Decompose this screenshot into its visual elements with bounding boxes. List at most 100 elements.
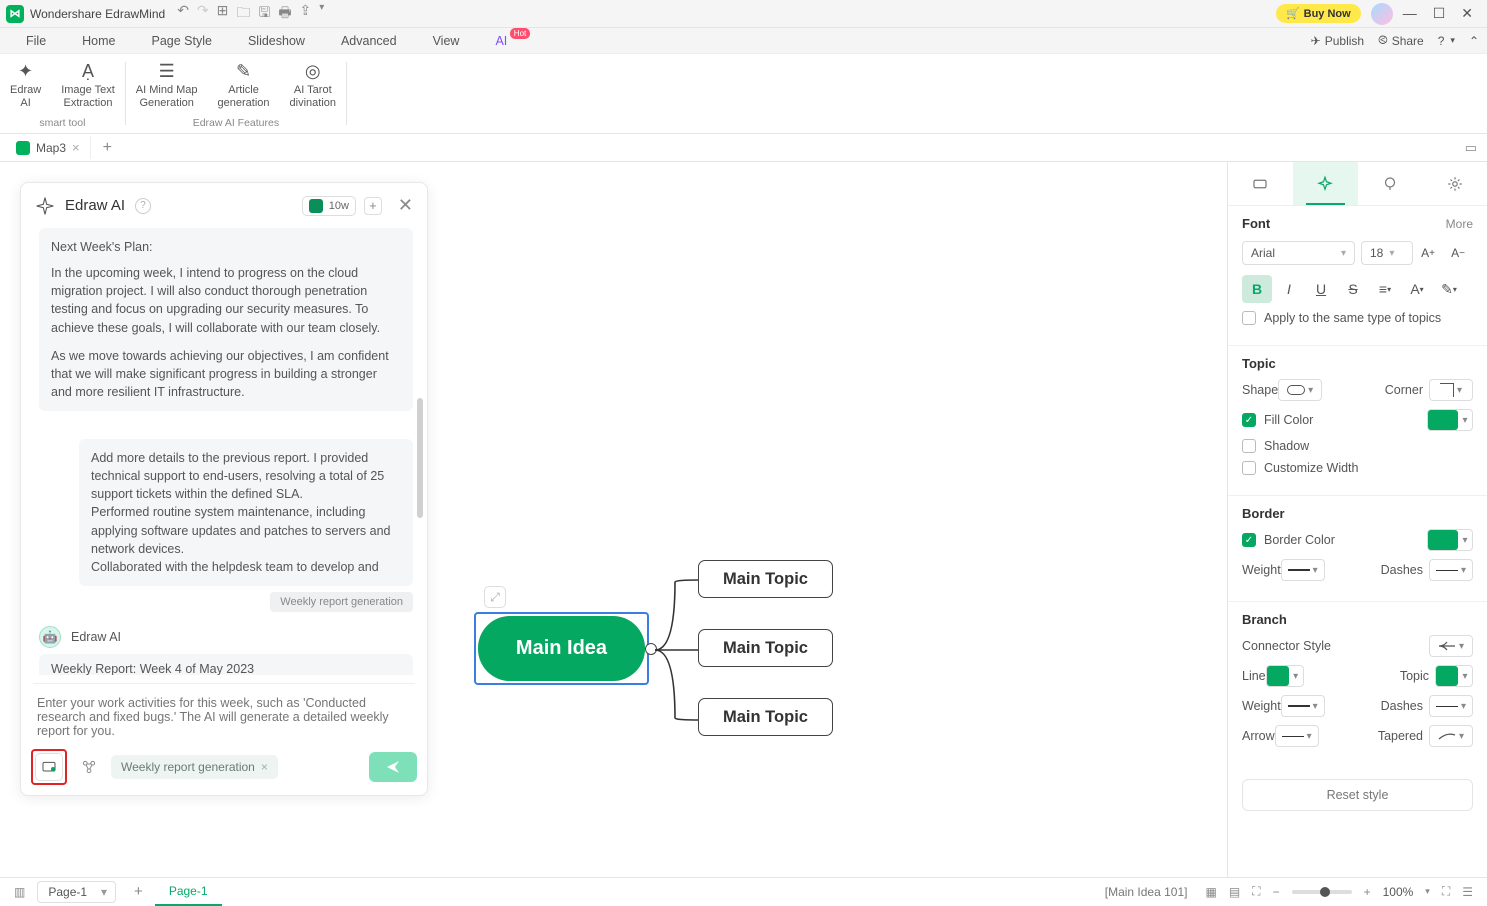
topic-node-1[interactable]: Main Topic xyxy=(698,560,833,598)
expand-panel-icon[interactable]: ▭ xyxy=(1455,140,1487,156)
menu-home[interactable]: Home xyxy=(64,30,133,52)
help-button[interactable]: ?▾ xyxy=(1438,34,1455,48)
branch-topic-color[interactable]: ▾ xyxy=(1435,665,1473,687)
close-window-icon[interactable]: ✕ xyxy=(1461,5,1473,22)
fill-color-checkbox[interactable]: ✓ xyxy=(1242,413,1256,427)
settings-mode-button[interactable] xyxy=(75,753,103,781)
reset-style-button[interactable]: Reset style xyxy=(1242,779,1473,811)
tool-edraw-ai[interactable]: ✦ EdrawAI xyxy=(0,58,51,111)
font-size-select[interactable]: 18▾ xyxy=(1361,241,1413,265)
font-more-link[interactable]: More xyxy=(1446,217,1473,231)
document-tab-bar: Map3 × + ▭ xyxy=(0,134,1487,162)
zoom-out-button[interactable]: − xyxy=(1267,885,1286,899)
help-icon[interactable]: ? xyxy=(135,198,151,214)
document-tab[interactable]: Map3 × xyxy=(6,136,91,159)
ai-prompt-input[interactable] xyxy=(33,690,415,738)
strikethrough-button[interactable]: S xyxy=(1338,275,1368,303)
menu-page-style[interactable]: Page Style xyxy=(134,30,230,52)
send-button[interactable] xyxy=(369,752,417,782)
view-mode-1-icon[interactable]: ▦ xyxy=(1199,885,1222,899)
connector-style-select[interactable]: ▾ xyxy=(1429,635,1473,657)
border-weight-select[interactable]: ▾ xyxy=(1281,559,1325,581)
branch-weight-select[interactable]: ▾ xyxy=(1281,695,1325,717)
menu-slideshow[interactable]: Slideshow xyxy=(230,30,323,52)
menu-ai[interactable]: AI Hot xyxy=(477,30,525,52)
fill-color-picker[interactable]: ▾ xyxy=(1427,409,1473,431)
tool-image-text-extraction[interactable]: Ạ Image TextExtraction xyxy=(51,58,125,111)
topic-node-3[interactable]: Main Topic xyxy=(698,698,833,736)
collapse-ribbon-icon[interactable]: ⌃ xyxy=(1469,34,1479,48)
topic-node-2[interactable]: Main Topic xyxy=(698,629,833,667)
add-page-button[interactable]: + xyxy=(122,883,155,900)
token-count-chip[interactable]: 10w xyxy=(302,196,356,216)
fullscreen-icon[interactable]: ⛶ xyxy=(1436,884,1456,899)
font-increase-button[interactable]: A+ xyxy=(1413,239,1443,267)
highlight-button[interactable]: ✎▾ xyxy=(1434,275,1464,303)
publish-button[interactable]: ✈Publish xyxy=(1311,34,1364,48)
new-icon[interactable]: ⊞ xyxy=(217,2,229,26)
zoom-in-button[interactable]: + xyxy=(1358,885,1377,899)
canvas[interactable]: Edraw AI ? 10w + ✕ Next Week's Plan: In … xyxy=(0,162,1227,877)
panel-toggle-icon[interactable]: ☰ xyxy=(1456,885,1479,899)
open-icon[interactable]: 🗀 xyxy=(236,2,250,26)
customize-width-checkbox[interactable] xyxy=(1242,461,1256,475)
apply-same-type-checkbox[interactable] xyxy=(1242,311,1256,325)
outline-toggle-icon[interactable]: ▥ xyxy=(8,885,31,899)
qat-more-icon[interactable]: ▾ xyxy=(319,2,324,26)
tool-article-generation[interactable]: ✎ Articlegeneration xyxy=(208,58,280,111)
tool-ai-mindmap[interactable]: ☰ AI Mind MapGeneration xyxy=(126,58,208,111)
menu-file[interactable]: File xyxy=(8,30,64,52)
italic-button[interactable]: I xyxy=(1274,275,1304,303)
border-color-picker[interactable]: ▾ xyxy=(1427,529,1473,551)
branch-tapered-select[interactable]: ▾ xyxy=(1429,725,1473,747)
menu-advanced[interactable]: Advanced xyxy=(323,30,415,52)
continuous-dialog-button[interactable] xyxy=(35,753,63,781)
fit-view-icon[interactable]: ⛶ xyxy=(1246,884,1266,899)
corner-select[interactable]: ▾ xyxy=(1429,379,1473,401)
connector-handle[interactable] xyxy=(645,643,657,655)
close-tab-icon[interactable]: × xyxy=(72,140,80,155)
export-icon[interactable]: ⇪ xyxy=(300,2,312,26)
maximize-icon[interactable]: ☐ xyxy=(1433,5,1446,22)
save-icon[interactable]: 🖫 xyxy=(258,2,270,26)
branch-dashes-select[interactable]: ▾ xyxy=(1429,695,1473,717)
shape-select[interactable]: ▾ xyxy=(1278,379,1322,401)
branch-arrow-select[interactable]: ▾ xyxy=(1275,725,1319,747)
new-tab-button[interactable]: + xyxy=(91,139,124,157)
print-icon[interactable]: 🖶 xyxy=(278,2,291,26)
node-action-icon[interactable]: ⤢ xyxy=(484,586,506,608)
page-select[interactable]: Page-1 xyxy=(37,881,116,903)
redo-icon[interactable]: ↷ xyxy=(197,2,209,26)
buy-now-button[interactable]: 🛒 Buy Now xyxy=(1276,4,1361,23)
scrollbar-thumb[interactable] xyxy=(417,398,423,518)
panel-tab-topic[interactable] xyxy=(1228,162,1293,205)
minimize-icon[interactable]: — xyxy=(1403,5,1417,22)
menu-view[interactable]: View xyxy=(415,30,478,52)
panel-tab-settings[interactable] xyxy=(1422,162,1487,205)
main-idea-node[interactable]: Main Idea xyxy=(478,616,645,681)
border-color-checkbox[interactable]: ✓ xyxy=(1242,533,1256,547)
panel-tab-icon[interactable] xyxy=(1358,162,1423,205)
undo-icon[interactable]: ↶ xyxy=(177,2,189,26)
shadow-checkbox[interactable] xyxy=(1242,439,1256,453)
user-avatar[interactable] xyxy=(1371,3,1393,25)
close-ai-panel-icon[interactable]: ✕ xyxy=(398,195,413,216)
align-button[interactable]: ≡▾ xyxy=(1370,275,1400,303)
zoom-slider[interactable] xyxy=(1292,890,1352,894)
clear-mode-icon[interactable]: × xyxy=(261,760,268,774)
tool-ai-tarot[interactable]: ◎ AI Tarotdivination xyxy=(280,58,346,111)
underline-button[interactable]: U xyxy=(1306,275,1336,303)
share-button[interactable]: ⧀Share xyxy=(1378,33,1424,48)
add-tokens-button[interactable]: + xyxy=(364,197,382,215)
font-color-button[interactable]: A▾ xyxy=(1402,275,1432,303)
bold-button[interactable]: B xyxy=(1242,275,1272,303)
font-family-select[interactable]: Arial▾ xyxy=(1242,241,1355,265)
font-decrease-button[interactable]: A− xyxy=(1443,239,1473,267)
view-mode-2-icon[interactable]: ▤ xyxy=(1223,885,1246,899)
zoom-dropdown-icon[interactable]: ▾ xyxy=(1419,886,1436,897)
panel-tab-style[interactable] xyxy=(1293,162,1358,205)
page-tab[interactable]: Page-1 xyxy=(155,878,222,906)
border-dashes-select[interactable]: ▾ xyxy=(1429,559,1473,581)
branch-line-color[interactable]: ▾ xyxy=(1266,665,1304,687)
ai-message-list[interactable]: Next Week's Plan: In the upcoming week, … xyxy=(21,228,427,675)
